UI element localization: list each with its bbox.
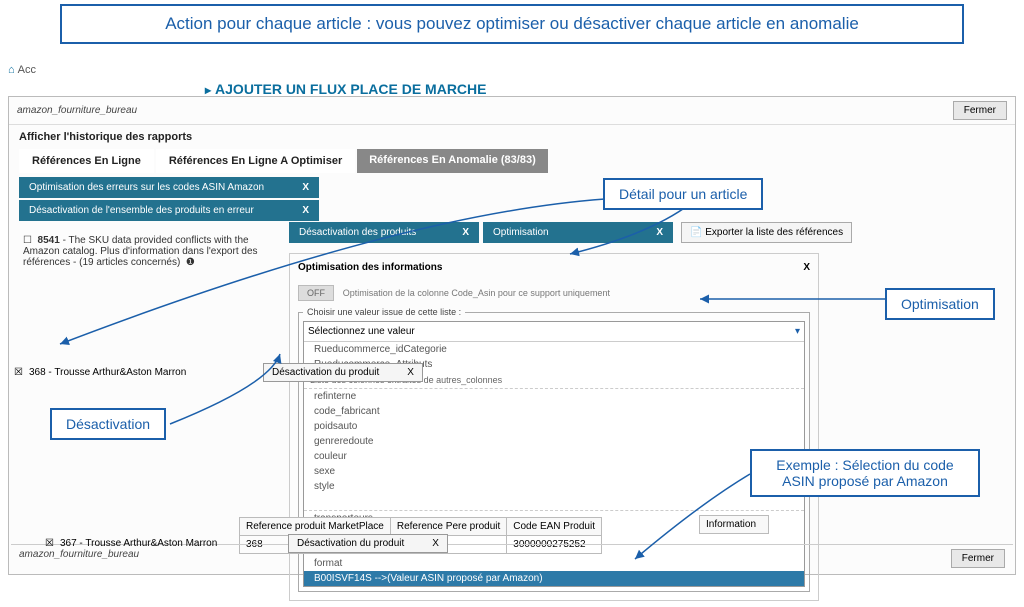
dropdown-item[interactable]: refinterne bbox=[304, 389, 804, 404]
panel-header: amazon_fourniture_bureau Fermer bbox=[9, 97, 1015, 125]
dropdown-item[interactable]: genreredoute bbox=[304, 434, 804, 449]
callout-detail: Détail pour un article bbox=[603, 178, 763, 210]
callout-optimisation: Optimisation bbox=[885, 288, 995, 320]
dropdown-selected[interactable]: Sélectionnez une valeur ▾ bbox=[304, 322, 804, 342]
product-label: 368 - Trousse Arthur&Aston Marron bbox=[29, 367, 209, 378]
close-x-icon: X bbox=[656, 227, 663, 238]
panel-path: amazon_fourniture_bureau bbox=[17, 105, 137, 116]
th-information: Information bbox=[700, 516, 769, 534]
opt-panel-title: Optimisation des informations X bbox=[298, 262, 810, 273]
th-ref-marketplace: Reference produit MarketPlace bbox=[240, 518, 391, 536]
close-x-icon: X bbox=[302, 205, 309, 216]
close-x-icon: X bbox=[432, 538, 439, 549]
dropdown-item[interactable]: code_fabricant bbox=[304, 404, 804, 419]
chevron-down-icon: ▾ bbox=[795, 326, 800, 337]
callout-desactivation: Désactivation bbox=[50, 408, 166, 440]
tab-refs-anomaly[interactable]: Références En Anomalie (83/83) bbox=[357, 149, 548, 173]
close-button-top[interactable]: Fermer bbox=[953, 101, 1007, 120]
breadcrumb-home[interactable]: ⌂Acc bbox=[8, 64, 36, 76]
home-icon: ⌂ bbox=[8, 64, 15, 76]
off-toggle[interactable]: OFF bbox=[298, 285, 334, 301]
instruction-banner: Action pour chaque article : vous pouvez… bbox=[60, 4, 964, 44]
tab-bar: Références En Ligne Références En Ligne … bbox=[9, 149, 1015, 173]
instruction-text: Action pour chaque article : vous pouvez… bbox=[82, 14, 942, 34]
deactivate-products-button[interactable]: Désactivation des produits X bbox=[289, 222, 479, 243]
deactivate-all-button[interactable]: Désactivation de l'ensemble des produits… bbox=[19, 200, 319, 221]
close-opt-x[interactable]: X bbox=[803, 262, 810, 273]
close-x-icon: X bbox=[302, 182, 309, 193]
close-button-bottom[interactable]: Fermer bbox=[951, 549, 1005, 568]
export-button[interactable]: 📄 Exporter la liste des références bbox=[681, 222, 852, 243]
th-ean: Code EAN Produit bbox=[507, 518, 602, 536]
dropdown-divider bbox=[304, 494, 804, 511]
checkbox-icon[interactable]: ☒ bbox=[45, 538, 54, 549]
error-info-box: ☐ 8541 - The SKU data provided conflicts… bbox=[19, 231, 274, 272]
tab-refs-optimize[interactable]: Références En Ligne A Optimiser bbox=[156, 149, 355, 173]
caret-icon: ▸ bbox=[205, 83, 211, 97]
dropdown-item[interactable]: style bbox=[304, 479, 804, 494]
history-toggle[interactable]: Afficher l'historique des rapports bbox=[9, 125, 1015, 149]
dropdown-item[interactable]: Rueducommerce_idCategorie bbox=[304, 342, 804, 357]
dropdown-item[interactable]: sexe bbox=[304, 464, 804, 479]
deactivate-product-button[interactable]: Désactivation du produit X bbox=[263, 363, 423, 382]
optimize-asin-button[interactable]: Optimisation des erreurs sur les codes A… bbox=[19, 177, 319, 198]
product-row-367: ☒ 367 - Trousse Arthur&Aston Marron Désa… bbox=[45, 534, 406, 553]
off-description: Optimisation de la colonne Code_Asin pou… bbox=[343, 288, 610, 298]
product-row-368: ☒ 368 - Trousse Arthur&Aston Marron Désa… bbox=[14, 363, 375, 382]
add-flux-link[interactable]: ▸AJOUTER UN FLUX PLACE DE MARCHE bbox=[205, 81, 487, 97]
info-column: Information bbox=[699, 515, 769, 534]
dropdown-item[interactable]: couleur bbox=[304, 449, 804, 464]
close-x-icon: X bbox=[407, 367, 414, 378]
fieldset-legend: Choisir une valeur issue de cette liste … bbox=[303, 307, 465, 317]
tab-refs-online[interactable]: Références En Ligne bbox=[19, 149, 154, 173]
row-actions: Désactivation des produits X Optimisatio… bbox=[289, 222, 1005, 243]
optimize-button[interactable]: Optimisation X bbox=[483, 222, 673, 243]
main-panel: amazon_fourniture_bureau Fermer Afficher… bbox=[8, 96, 1016, 575]
checkbox-icon[interactable]: ☒ bbox=[14, 367, 23, 378]
deactivate-product-button[interactable]: Désactivation du produit X bbox=[288, 534, 448, 553]
close-x-icon: X bbox=[462, 227, 469, 238]
dropdown-item[interactable]: poidsauto bbox=[304, 419, 804, 434]
th-ref-parent: Reference Pere produit bbox=[390, 518, 506, 536]
product-label: 367 - Trousse Arthur&Aston Marron bbox=[60, 538, 240, 549]
callout-example: Exemple : Sélection du code ASIN proposé… bbox=[750, 449, 980, 497]
bulk-actions: Optimisation des erreurs sur les codes A… bbox=[9, 173, 1015, 225]
